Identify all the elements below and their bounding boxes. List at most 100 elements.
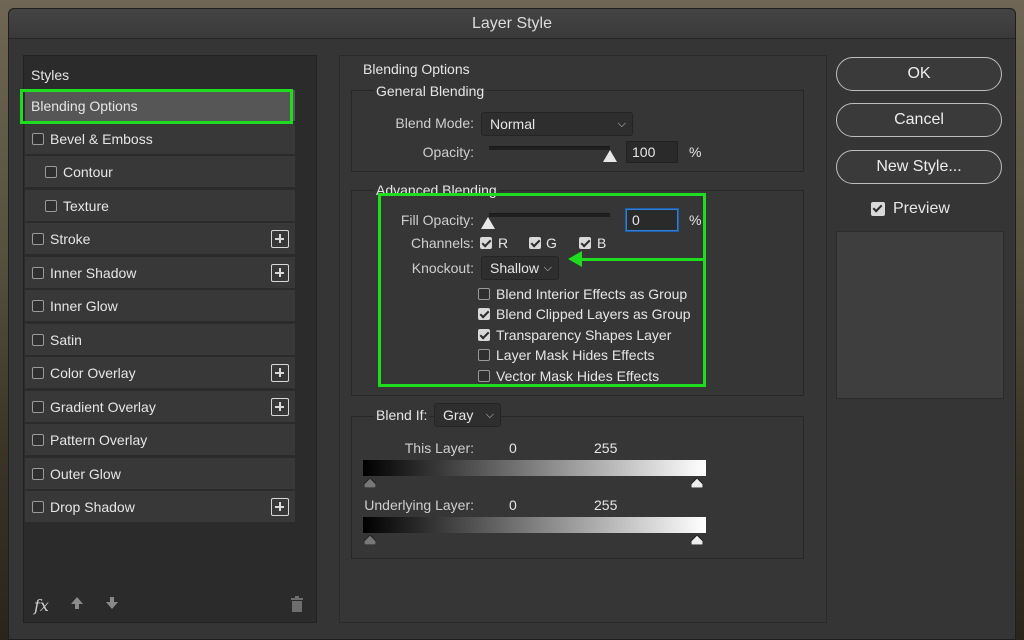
opacity-label: Opacity: xyxy=(422,144,474,160)
fx-icon[interactable]: fx xyxy=(34,596,49,615)
style-item-blending-options[interactable]: Blending Options xyxy=(25,90,295,122)
style-checkbox[interactable] xyxy=(32,133,44,145)
fill-opacity-slider-thumb[interactable] xyxy=(481,217,495,229)
style-checkbox[interactable] xyxy=(32,468,44,480)
styles-scrollbar[interactable] xyxy=(297,58,315,598)
move-up-icon[interactable] xyxy=(70,596,84,613)
underlying-layer-min: 0 xyxy=(509,497,517,513)
style-item-label: Texture xyxy=(63,198,109,214)
style-item-contour[interactable]: Contour xyxy=(25,156,295,188)
fill-opacity-label: Fill Opacity: xyxy=(400,212,474,228)
knockout-arrow-head-icon xyxy=(568,251,582,267)
general-blending-title: General Blending xyxy=(374,83,487,99)
channel-b-label: B xyxy=(597,235,607,251)
style-checkbox[interactable] xyxy=(32,434,44,446)
this-layer-black-slider[interactable] xyxy=(364,478,376,488)
opacity-slider[interactable] xyxy=(489,146,610,150)
blending-options-panel: Blending Options General Blending Blend … xyxy=(339,55,827,623)
style-checkbox[interactable] xyxy=(32,233,44,245)
chevron-down-icon: ⌵ xyxy=(485,409,494,421)
style-item-texture[interactable]: Texture xyxy=(25,190,295,222)
fill-opacity-slider[interactable] xyxy=(489,213,610,217)
style-item-bevel-emboss[interactable]: Bevel & Emboss xyxy=(25,123,295,155)
style-item-label: Outer Glow xyxy=(50,466,121,482)
channel-r-checkbox[interactable] xyxy=(480,237,492,249)
fill-opacity-input[interactable]: 0 xyxy=(626,209,678,231)
knockout-select[interactable]: Shallow ⌵ xyxy=(481,256,559,280)
style-item-label: Satin xyxy=(50,332,82,348)
styles-header: Styles xyxy=(31,67,70,83)
style-checkbox[interactable] xyxy=(45,166,57,178)
add-stroke-plus-icon[interactable] xyxy=(271,230,289,248)
style-item-label: Blending Options xyxy=(31,98,138,114)
trash-icon[interactable] xyxy=(290,596,304,615)
transparency-shapes-label: Transparency Shapes Layer xyxy=(496,327,672,343)
blend-if-select[interactable]: Gray ⌵ xyxy=(434,403,501,427)
style-checkbox[interactable] xyxy=(32,300,44,312)
move-down-icon[interactable] xyxy=(105,596,119,613)
blend-mode-value: Normal xyxy=(490,116,536,132)
add-inner-shadow-plus-icon[interactable] xyxy=(271,264,289,282)
channel-b-checkbox[interactable] xyxy=(579,237,591,249)
style-checkbox[interactable] xyxy=(32,501,44,513)
style-item-label: Pattern Overlay xyxy=(50,432,148,448)
layer-mask-hides-checkbox[interactable] xyxy=(478,349,490,361)
style-checkbox[interactable] xyxy=(45,200,57,212)
blend-if-value: Gray xyxy=(443,407,474,423)
style-item-color-overlay[interactable]: Color Overlay xyxy=(25,357,295,389)
style-checkbox[interactable] xyxy=(32,334,44,346)
style-checkbox[interactable] xyxy=(32,367,44,379)
this-layer-white-slider[interactable] xyxy=(691,478,703,488)
style-item-inner-shadow[interactable]: Inner Shadow xyxy=(25,257,295,289)
style-item-stroke[interactable]: Stroke xyxy=(25,223,295,255)
vector-mask-hides-checkbox[interactable] xyxy=(478,370,490,382)
blend-clipped-checkbox[interactable] xyxy=(478,308,490,320)
blend-mode-label: Blend Mode: xyxy=(395,115,474,131)
style-item-inner-glow[interactable]: Inner Glow xyxy=(25,290,295,322)
window-title: Layer Style xyxy=(9,9,1015,39)
this-layer-gradient xyxy=(363,460,706,476)
style-item-label: Gradient Overlay xyxy=(50,399,156,415)
add-gradient-overlay-plus-icon[interactable] xyxy=(271,398,289,416)
new-style-button[interactable]: New Style... xyxy=(836,150,1002,184)
opacity-slider-thumb[interactable] xyxy=(603,150,617,162)
cancel-button[interactable]: Cancel xyxy=(836,103,1002,137)
blend-if-group xyxy=(351,416,804,559)
style-item-label: Color Overlay xyxy=(50,365,136,381)
style-item-pattern-overlay[interactable]: Pattern Overlay xyxy=(25,424,295,456)
opacity-input[interactable]: 100 xyxy=(626,141,678,163)
fill-opacity-unit: % xyxy=(689,212,702,228)
add-drop-shadow-plus-icon[interactable] xyxy=(271,498,289,516)
layer-style-dialog: Layer Style Styles Blending Options Beve… xyxy=(8,8,1016,640)
style-item-gradient-overlay[interactable]: Gradient Overlay xyxy=(25,391,295,423)
layer-mask-hides-label: Layer Mask Hides Effects xyxy=(496,347,655,363)
add-color-overlay-plus-icon[interactable] xyxy=(271,364,289,382)
style-checkbox[interactable] xyxy=(32,267,44,279)
blend-mode-select[interactable]: Normal ⌵ xyxy=(481,112,633,136)
style-item-satin[interactable]: Satin xyxy=(25,324,295,356)
underlying-layer-max: 255 xyxy=(594,497,618,513)
underlying-layer-label: Underlying Layer: xyxy=(364,497,474,513)
channel-r-label: R xyxy=(498,235,509,251)
channels-label: Channels: xyxy=(410,235,474,251)
preview-thumbnail xyxy=(836,231,1004,399)
underlying-black-slider[interactable] xyxy=(364,535,376,545)
chevron-down-icon: ⌵ xyxy=(617,118,626,130)
blend-interior-checkbox[interactable] xyxy=(478,288,490,300)
style-checkbox[interactable] xyxy=(32,401,44,413)
channel-g-checkbox[interactable] xyxy=(529,237,541,249)
style-item-drop-shadow[interactable]: Drop Shadow xyxy=(25,491,295,523)
underlying-white-slider[interactable] xyxy=(691,535,703,545)
blend-if-label: Blend If: xyxy=(374,407,430,423)
style-item-label: Inner Shadow xyxy=(50,265,137,281)
transparency-shapes-checkbox[interactable] xyxy=(478,329,490,341)
preview-label: Preview xyxy=(893,200,950,217)
this-layer-label: This Layer: xyxy=(404,440,474,456)
preview-checkbox[interactable] xyxy=(871,202,885,216)
advanced-blending-title: Advanced Blending xyxy=(374,182,499,198)
knockout-label: Knockout: xyxy=(411,260,474,276)
styles-panel: Styles Blending Options Bevel & Emboss C… xyxy=(23,55,317,623)
ok-button[interactable]: OK xyxy=(836,57,1002,91)
style-item-outer-glow[interactable]: Outer Glow xyxy=(25,458,295,490)
style-item-label: Inner Glow xyxy=(50,298,118,314)
